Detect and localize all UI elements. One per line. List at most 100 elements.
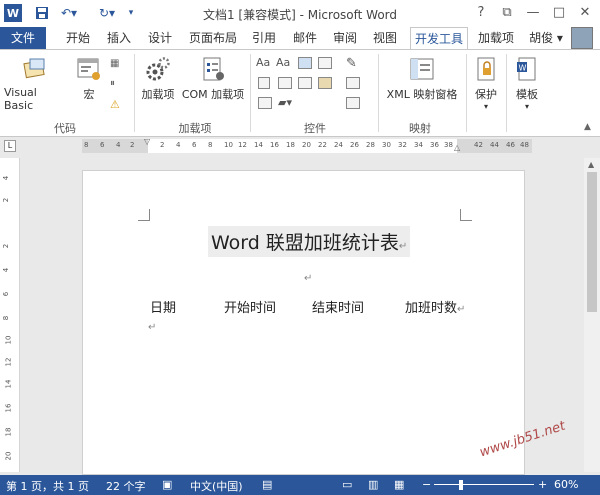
legacy-tools-icon[interactable]: ▰▾	[278, 96, 292, 109]
zoom-in-button[interactable]: +	[538, 478, 547, 491]
group-control-icon[interactable]	[346, 97, 360, 109]
group-separator	[466, 54, 467, 132]
tab-view[interactable]: 视图	[368, 27, 402, 49]
maximize-button[interactable]: □	[548, 2, 570, 22]
zoom-level[interactable]: 60%	[554, 478, 578, 491]
horizontal-ruler[interactable]: 8 6 4 2 2 4 6 8 10 12 14 16 18 20 22 24 26 28 30 32 34 36 38 42…	[82, 137, 532, 153]
dropdown-control-icon[interactable]	[298, 77, 312, 89]
vertical-ruler[interactable]: 4 2 2 4 6 8 10 12 14 16 18 20	[0, 158, 20, 472]
paragraph-mark: ↵	[457, 304, 466, 315]
ruler-tick: 18	[4, 427, 13, 437]
minimize-button[interactable]: —	[522, 2, 544, 22]
language-indicator[interactable]: 中文(中国)	[190, 478, 243, 494]
tab-insert[interactable]: 插入	[102, 27, 136, 49]
checkbox-control-icon[interactable]	[258, 77, 270, 89]
ruler-tick: 4	[116, 141, 121, 149]
scrollbar-thumb[interactable]	[587, 172, 597, 312]
com-addins-label: COM 加载项	[181, 88, 245, 101]
ribbon-tabs: 文件 开始 插入 设计 页面布局 引用 邮件 审阅 视图 开发工具 加载项 胡俊…	[0, 27, 600, 50]
design-mode-icon[interactable]: ✎	[346, 56, 357, 71]
ruler-tick: 2	[2, 243, 11, 249]
column-end-time[interactable]: 结束时间	[312, 297, 364, 316]
addins-button[interactable]: 加载项	[138, 56, 178, 102]
tab-selector-icon[interactable]: L	[4, 140, 16, 152]
web-layout-icon[interactable]: ▦	[394, 478, 404, 491]
visual-basic-button[interactable]: Visual Basic	[4, 56, 66, 112]
ruler-tick: 4	[176, 141, 181, 149]
com-addins-button[interactable]: COM 加载项	[180, 56, 246, 102]
tab-addins[interactable]: 加载项	[474, 27, 518, 49]
rich-text-control-icon[interactable]: Aa	[256, 56, 270, 69]
tab-references[interactable]: 引用	[248, 27, 280, 49]
plain-text-control-icon[interactable]: Aa	[276, 56, 290, 69]
close-button[interactable]: ✕	[574, 2, 596, 22]
tab-design[interactable]: 设计	[143, 27, 177, 49]
macro-security-icon[interactable]: ⚠	[110, 98, 124, 111]
tab-review[interactable]: 审阅	[328, 27, 362, 49]
ruler-tick: 20	[4, 451, 13, 461]
ruler-tick: 36	[430, 141, 439, 149]
read-mode-icon[interactable]: ▭	[342, 478, 352, 491]
tab-home[interactable]: 开始	[60, 27, 96, 49]
avatar[interactable]	[571, 27, 593, 49]
crop-mark	[460, 209, 472, 221]
zoom-slider-thumb[interactable]	[459, 480, 463, 490]
column-overtime-hours[interactable]: 加班时数↵	[405, 297, 465, 316]
repeating-section-control-icon[interactable]	[258, 97, 272, 109]
status-bar: 第 1 页，共 1 页 22 个字 ▣ 中文(中国) ▤ ▭ ▥ ▦ − + 6…	[0, 475, 600, 495]
picture-control-icon[interactable]	[298, 57, 312, 69]
zoom-out-button[interactable]: −	[422, 478, 431, 491]
first-line-indent-marker[interactable]: ▽	[144, 137, 150, 146]
ruler-tick: 42	[474, 141, 483, 149]
ruler-tick: 24	[334, 141, 343, 149]
collapse-ribbon-icon[interactable]: ▲	[584, 122, 591, 132]
lock-document-icon	[477, 57, 495, 81]
ruler-tick: 10	[4, 335, 13, 345]
ruler-tick: 30	[382, 141, 391, 149]
ruler-tick: 4	[2, 267, 11, 273]
zoom-slider[interactable]	[434, 484, 534, 485]
ruler-tick: 14	[4, 379, 13, 389]
ruler-tick: 8	[2, 315, 11, 321]
template-button[interactable]: W 模板 ▾	[510, 56, 544, 111]
column-overtime-hours-label: 加班时数	[405, 301, 458, 316]
group-controls-label: 控件	[304, 122, 326, 135]
ruler-tick: 20	[302, 141, 311, 149]
tab-layout[interactable]: 页面布局	[184, 27, 242, 49]
user-name[interactable]: 胡俊 ▾	[524, 27, 568, 49]
help-button[interactable]: ?	[470, 2, 492, 22]
ruler-tick: 6	[100, 141, 105, 149]
group-code-label: 代码	[54, 122, 76, 135]
ruler-tick: 34	[414, 141, 423, 149]
macro-recording-icon[interactable]: ▤	[262, 478, 272, 491]
macros-button[interactable]: 宏	[74, 56, 104, 102]
scroll-up-icon[interactable]: ▲	[588, 160, 594, 169]
pause-recording-icon[interactable]: ⏸	[110, 78, 124, 90]
macros-icon	[77, 58, 100, 80]
column-start-time[interactable]: 开始时间	[224, 297, 276, 316]
record-macro-icon[interactable]: ▦	[110, 58, 124, 70]
gear-icon	[146, 57, 170, 81]
template-label: 模板	[516, 88, 538, 101]
properties-icon[interactable]	[346, 77, 360, 89]
print-layout-icon[interactable]: ▥	[368, 478, 378, 491]
right-indent-marker[interactable]: △	[454, 143, 460, 152]
protect-button[interactable]: 保护 ▾	[470, 56, 502, 111]
building-block-control-icon[interactable]	[318, 57, 332, 69]
tab-file[interactable]: 文件	[0, 27, 46, 49]
page-count[interactable]: 第 1 页，共 1 页	[6, 478, 89, 494]
tab-mailings[interactable]: 邮件	[288, 27, 322, 49]
ribbon-display-button[interactable]: ⧉	[496, 2, 518, 22]
combo-box-control-icon[interactable]	[278, 77, 292, 89]
tab-developer[interactable]: 开发工具	[410, 27, 468, 50]
proofing-icon[interactable]: ▣	[162, 478, 172, 491]
word-count[interactable]: 22 个字	[106, 478, 146, 494]
column-date[interactable]: 日期	[150, 297, 176, 316]
ruler-tick: 12	[4, 357, 13, 367]
date-picker-control-icon[interactable]	[318, 77, 332, 89]
xml-mapping-pane-button[interactable]: XML 映射窗格	[382, 56, 462, 102]
document-heading[interactable]: Word 联盟加班统计表↵	[208, 226, 411, 257]
vertical-scrollbar[interactable]: ▲	[584, 158, 600, 472]
group-separator	[506, 54, 507, 132]
ruler-tick: 8	[84, 141, 89, 149]
